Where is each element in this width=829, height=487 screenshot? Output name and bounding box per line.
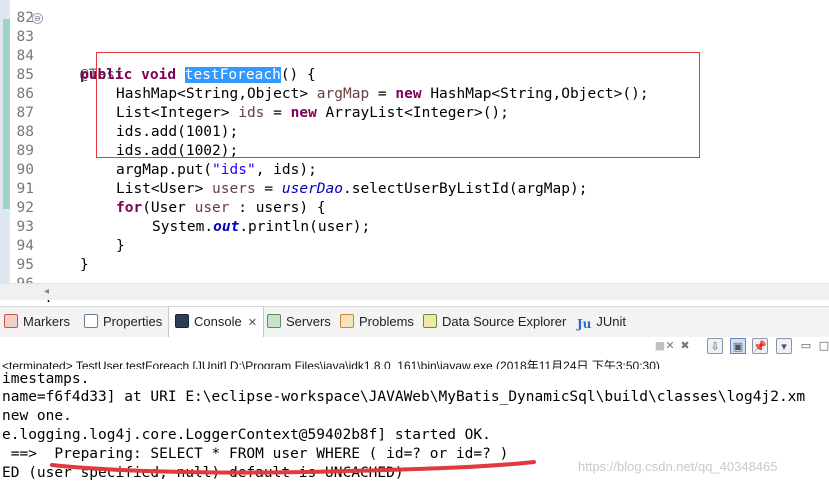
code-line-84: 84 public void testForeach() { [0, 28, 316, 83]
problems-icon [340, 314, 354, 328]
console-line: e.logging.log4j.core.LoggerContext@59402… [2, 427, 491, 443]
red-underline-annotation [50, 460, 536, 475]
tab-label: Problems [359, 314, 414, 329]
tab-label: Console [194, 314, 242, 329]
console-line: new one. [2, 408, 72, 424]
code-text: (User [142, 200, 195, 216]
code-line-96: 96 } [0, 256, 53, 302]
console-output[interactable]: imestamps. name=f6f4d33] at URI E:\eclip… [0, 369, 829, 487]
code-text: argMap.put( [116, 162, 213, 178]
scroll-lock-icon[interactable]: ▣ [730, 338, 746, 354]
code-line-82: 82 [0, 0, 35, 26]
horizontal-scrollbar[interactable]: ◂ [0, 283, 829, 300]
watermark: https://blog.csdn.net/qq_40348465 [578, 459, 778, 474]
markers-icon [4, 314, 18, 328]
code-line-91: 91 for(User user : users) { [0, 161, 326, 216]
code-line-88: 88 ids.add(1002); [0, 104, 239, 159]
servers-icon [267, 314, 281, 328]
code-text: } [80, 257, 89, 273]
clear-console-icon[interactable]: ⇩ [707, 338, 723, 354]
properties-icon [84, 314, 98, 328]
remove-all-icon[interactable]: ✖ [677, 338, 693, 354]
code-line-93: 93 } [0, 199, 125, 254]
code-line-92: 92 System.out.println(user); [0, 180, 371, 235]
tab-label: Servers [286, 314, 331, 329]
code-text: .println(user); [239, 219, 371, 235]
code-text: , ids); [255, 162, 317, 178]
code-text: List<User> [116, 181, 213, 197]
code-line-86: 86 List<Integer> ids = new ArrayList<Int… [0, 66, 509, 121]
code-line-85: 85 HashMap<String,Object> argMap = new H… [0, 47, 649, 102]
console-line: imestamps. [2, 371, 90, 387]
code-line-83: 83 ⊖ @Test [0, 9, 124, 83]
close-icon[interactable]: ✕ [248, 317, 257, 329]
console-header: ■ ✕ ✖ ⇩ ▣ 📌 ▾ ▭ □ <terminated> TestUser.… [0, 337, 829, 373]
word-wrap-icon[interactable]: 📌 [752, 338, 768, 354]
view-tab-bar: Markers Properties Console ✕ Servers Prob… [0, 306, 829, 338]
console-line: name=f6f4d33] at URI E:\eclipse-workspac… [2, 389, 806, 405]
code-text: .selectUserByListId(argMap); [343, 181, 588, 197]
maximize-icon[interactable]: □ [816, 338, 829, 354]
static-field-reference: out [213, 219, 240, 235]
code-text: System. [152, 219, 214, 235]
tab-markers[interactable]: Markers [4, 307, 70, 337]
code-text: : users) { [229, 200, 326, 216]
tab-console[interactable]: Console ✕ [168, 307, 264, 338]
highlight-box [96, 52, 700, 158]
junit-icon: Ju [577, 317, 592, 331]
scroll-left-icon[interactable]: ◂ [44, 284, 49, 300]
data-source-icon [423, 314, 437, 328]
remove-launch-icon[interactable]: ✕ [662, 338, 678, 354]
code-line-87: 87 ids.add(1001); [0, 85, 239, 140]
tab-servers[interactable]: Servers [267, 307, 331, 337]
local-variable: user [194, 200, 230, 216]
keyword: for [116, 200, 143, 216]
code-line-95: 95 [0, 237, 35, 273]
tab-data-source-explorer[interactable]: Data Source Explorer [423, 307, 566, 337]
local-variable: users [212, 181, 256, 197]
tab-properties[interactable]: Properties [84, 307, 162, 337]
display-console-icon[interactable]: ▭ [798, 338, 814, 354]
code-line-90: 90 List<User> users = userDao.selectUser… [0, 142, 588, 197]
tab-label: JUnit [596, 314, 627, 329]
console-icon [175, 314, 189, 328]
tab-label: Data Source Explorer [442, 314, 567, 329]
tab-junit[interactable]: Ju JUnit [577, 307, 626, 337]
string-literal: "ids" [212, 162, 256, 178]
code-text: = [255, 181, 282, 197]
tab-label: Properties [103, 314, 163, 329]
code-line-94: 94 } [0, 218, 89, 273]
code-text: } [116, 238, 125, 254]
code-line-89: 89 argMap.put("ids", ids); [0, 123, 317, 178]
fold-collapse-icon[interactable]: ⊖ [32, 13, 43, 24]
tab-label: Markers [23, 314, 70, 329]
code-editor[interactable]: 82 83 ⊖ @Test 84 public void testForeach… [0, 0, 829, 302]
tab-problems[interactable]: Problems [340, 307, 414, 337]
pin-console-icon[interactable]: ▾ [776, 338, 792, 354]
field-reference: userDao [281, 181, 343, 197]
